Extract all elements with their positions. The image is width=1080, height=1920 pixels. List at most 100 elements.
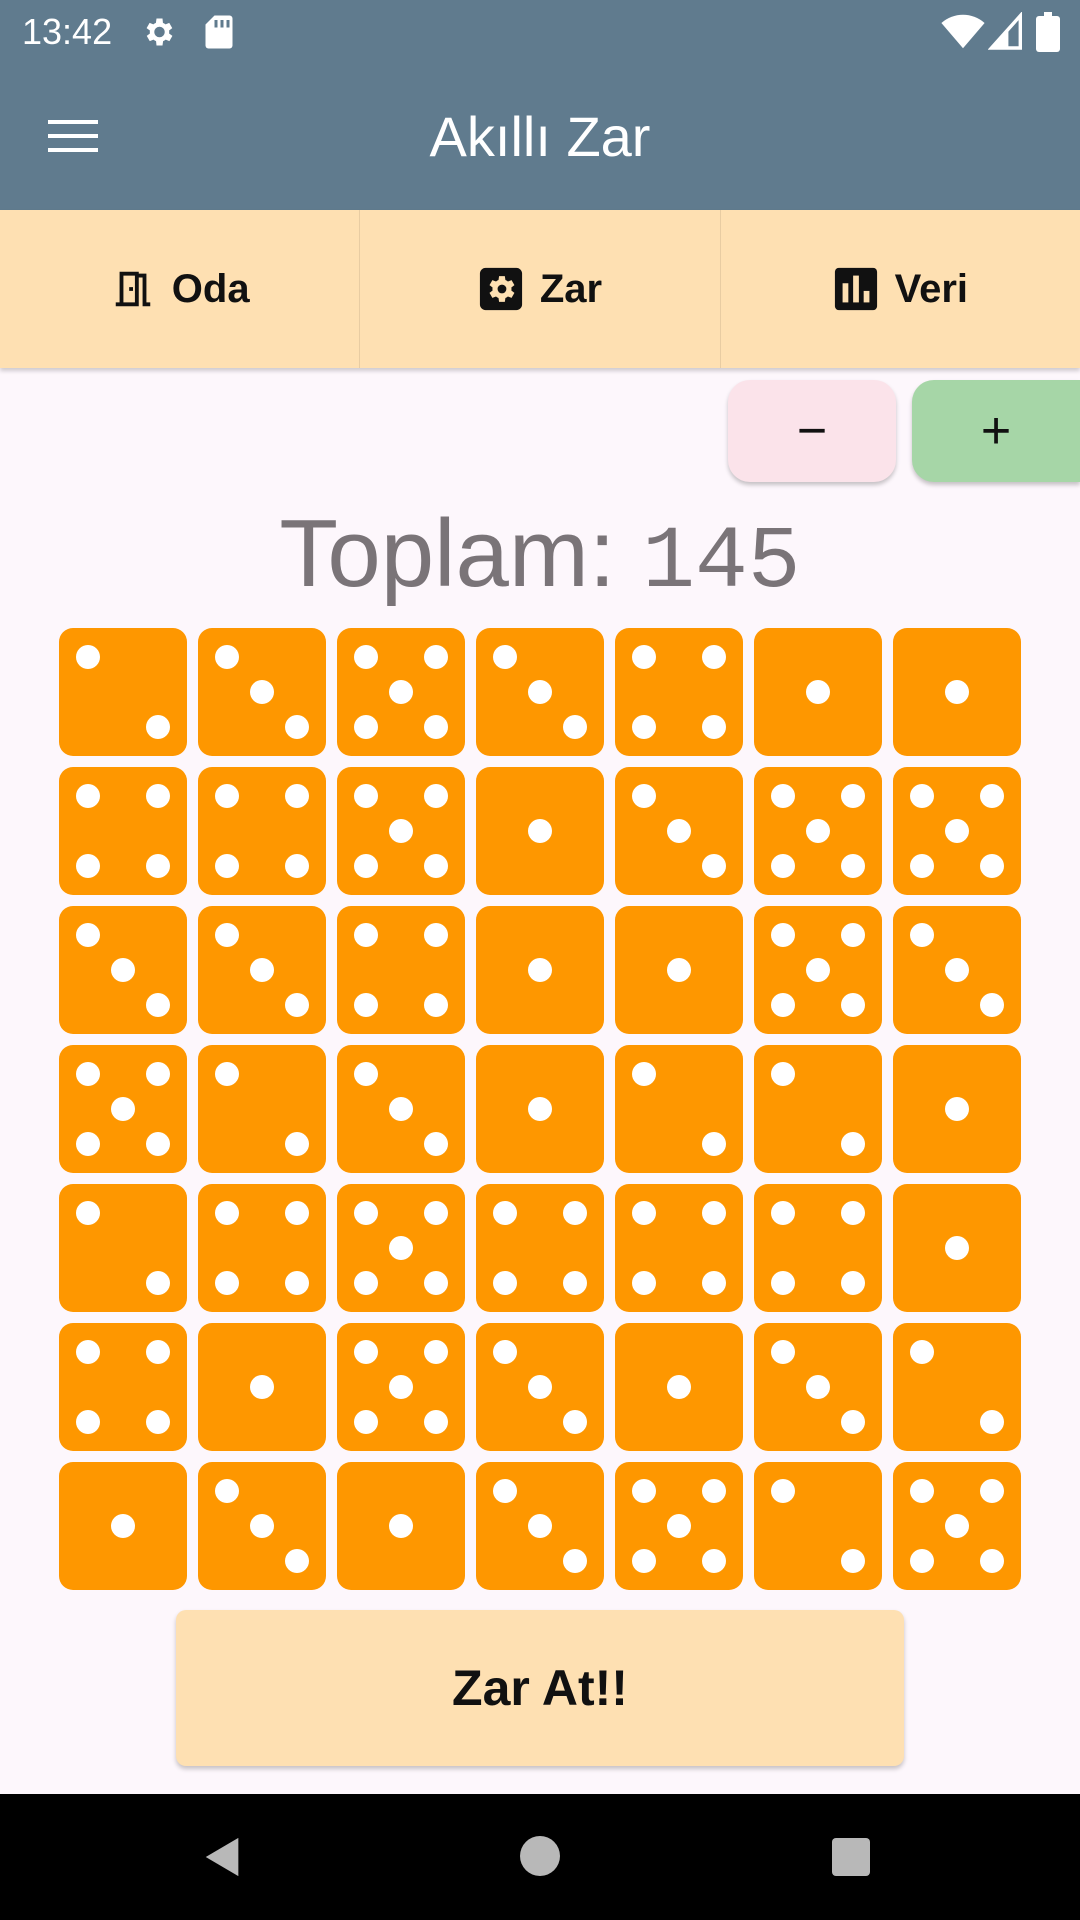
die-pip <box>702 715 726 739</box>
die[interactable] <box>893 767 1021 895</box>
die[interactable] <box>59 1462 187 1590</box>
die[interactable] <box>337 1184 465 1312</box>
die[interactable] <box>754 1045 882 1173</box>
die[interactable] <box>337 628 465 756</box>
die[interactable] <box>754 906 882 1034</box>
die-pip <box>354 854 378 878</box>
add-die-button[interactable]: + <box>912 380 1080 482</box>
recents-icon[interactable] <box>832 1838 870 1876</box>
die[interactable] <box>893 1462 1021 1590</box>
die-pip <box>215 784 239 808</box>
die-pip <box>424 1132 448 1156</box>
die-pip <box>841 923 865 947</box>
die[interactable] <box>615 1462 743 1590</box>
die[interactable] <box>754 1462 882 1590</box>
die-pip <box>389 1514 413 1538</box>
die-pip <box>285 784 309 808</box>
die-pip <box>354 1271 378 1295</box>
tab-veri[interactable]: Veri <box>721 210 1080 368</box>
die-pip <box>215 923 239 947</box>
die-pip <box>285 1132 309 1156</box>
die-pip <box>702 1201 726 1225</box>
die[interactable] <box>59 1045 187 1173</box>
die[interactable] <box>754 767 882 895</box>
die[interactable] <box>59 767 187 895</box>
die[interactable] <box>198 628 326 756</box>
die[interactable] <box>59 628 187 756</box>
die[interactable] <box>476 1045 604 1173</box>
die[interactable] <box>59 1323 187 1451</box>
die[interactable] <box>198 1462 326 1590</box>
die-pip <box>528 680 552 704</box>
die[interactable] <box>476 906 604 1034</box>
die[interactable] <box>198 767 326 895</box>
die[interactable] <box>754 628 882 756</box>
die[interactable] <box>615 906 743 1034</box>
die-pip <box>841 1271 865 1295</box>
die-pip <box>980 1410 1004 1434</box>
die[interactable] <box>476 1323 604 1451</box>
die-pip <box>528 1097 552 1121</box>
die-pip <box>910 1549 934 1573</box>
die-pip <box>389 1236 413 1260</box>
remove-die-button[interactable]: − <box>728 380 896 482</box>
die-pip <box>424 715 448 739</box>
die-pip <box>980 854 1004 878</box>
die[interactable] <box>754 1184 882 1312</box>
die-pip <box>285 1201 309 1225</box>
die[interactable] <box>198 1184 326 1312</box>
die[interactable] <box>337 906 465 1034</box>
die[interactable] <box>476 628 604 756</box>
die-pip <box>424 854 448 878</box>
die-pip <box>146 1410 170 1434</box>
home-icon[interactable] <box>520 1836 560 1876</box>
die[interactable] <box>476 1184 604 1312</box>
die-pip <box>945 680 969 704</box>
signal-icon <box>988 12 1022 50</box>
die-pip <box>493 645 517 669</box>
die-pip <box>563 1271 587 1295</box>
tab-zar[interactable]: Zar <box>360 210 721 368</box>
die[interactable] <box>337 1323 465 1451</box>
die[interactable] <box>59 906 187 1034</box>
die[interactable] <box>59 1184 187 1312</box>
die[interactable] <box>893 628 1021 756</box>
die-pip <box>146 1132 170 1156</box>
die-pip <box>980 784 1004 808</box>
die-pip <box>424 1271 448 1295</box>
die[interactable] <box>198 906 326 1034</box>
tab-oda[interactable]: Oda <box>0 210 361 368</box>
die-pip <box>841 784 865 808</box>
die[interactable] <box>615 1323 743 1451</box>
die-pip <box>76 923 100 947</box>
die[interactable] <box>615 767 743 895</box>
navigation-bar <box>0 1794 1080 1920</box>
die-pip <box>632 1549 656 1573</box>
die[interactable] <box>337 767 465 895</box>
die-pip <box>945 1514 969 1538</box>
die[interactable] <box>615 1045 743 1173</box>
die-pip <box>771 993 795 1017</box>
back-icon[interactable] <box>200 1834 246 1880</box>
die[interactable] <box>893 906 1021 1034</box>
die-pip <box>424 923 448 947</box>
die[interactable] <box>893 1323 1021 1451</box>
die-pip <box>702 1132 726 1156</box>
roll-dice-button[interactable]: Zar At!! <box>176 1610 904 1766</box>
die[interactable] <box>337 1045 465 1173</box>
die[interactable] <box>893 1184 1021 1312</box>
die-pip <box>632 715 656 739</box>
die-pip <box>667 819 691 843</box>
die[interactable] <box>615 1184 743 1312</box>
die[interactable] <box>476 767 604 895</box>
die[interactable] <box>198 1323 326 1451</box>
die[interactable] <box>198 1045 326 1173</box>
die[interactable] <box>893 1045 1021 1173</box>
die[interactable] <box>476 1462 604 1590</box>
die[interactable] <box>337 1462 465 1590</box>
die[interactable] <box>615 628 743 756</box>
die-pip <box>493 1340 517 1364</box>
die[interactable] <box>754 1323 882 1451</box>
die-pip <box>841 854 865 878</box>
die-pip <box>250 1514 274 1538</box>
